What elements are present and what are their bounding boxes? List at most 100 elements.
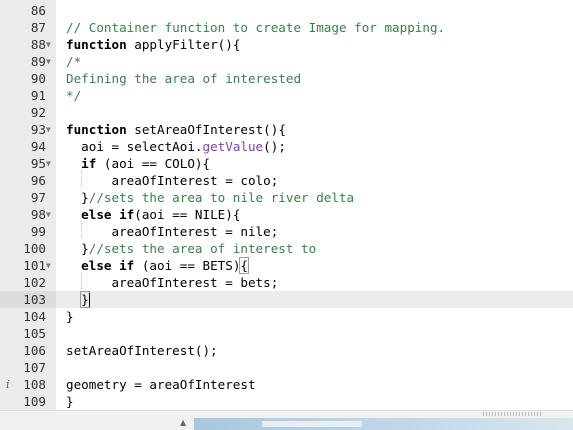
gutter-cell: 100: [0, 240, 56, 257]
line-number: 90: [30, 71, 46, 86]
comment: //sets the area to nile river delta: [88, 190, 355, 205]
text-cursor: [89, 293, 90, 307]
code-line[interactable]: 91 */: [0, 87, 573, 104]
code-line[interactable]: 106 setAreaOfInterest();: [0, 342, 573, 359]
gutter-cell: 107: [0, 359, 56, 376]
line-number: 100: [23, 241, 46, 256]
fold-toggle-icon[interactable]: ▼: [46, 121, 51, 138]
code-text: if (aoi == COLO){: [66, 155, 210, 172]
line-number: 102: [23, 275, 46, 290]
code-segment: (aoi == BETS): [134, 258, 241, 273]
resize-grip-icon[interactable]: [483, 412, 541, 416]
keyword: else if: [66, 258, 135, 273]
code-text: areaOfInterest = bets;: [66, 275, 279, 290]
line-number: 96: [30, 173, 46, 188]
code-segment: (aoi == COLO){: [96, 156, 211, 171]
gutter-cell: 93 ▼: [0, 121, 56, 138]
gutter-cell: 90: [0, 70, 56, 87]
code-line[interactable]: 107: [0, 359, 573, 376]
line-number: 87: [30, 20, 46, 35]
code-line[interactable]: 98 ▼ else if(aoi == NILE){: [0, 206, 573, 223]
code-segment: aoi = selectAoi.: [66, 139, 203, 154]
code-line[interactable]: 89 ▼ /*: [0, 53, 573, 70]
line-number: 94: [30, 139, 46, 154]
code-line[interactable]: 87 // Container function to create Image…: [0, 19, 573, 36]
gutter-cell: 101 ▼: [0, 257, 56, 274]
code-text: function setAreaOfInterest(){: [66, 121, 286, 138]
code-line[interactable]: 90 Defining the area of interested: [0, 70, 573, 87]
code-line[interactable]: 92: [0, 104, 573, 121]
fold-toggle-icon[interactable]: ▼: [46, 206, 51, 223]
code-editor[interactable]: 86 87 // Container function to create Im…: [0, 0, 573, 430]
gutter-cell: 87: [0, 19, 56, 36]
line-number: 92: [30, 105, 46, 120]
comment: // Container function to create Image fo…: [66, 20, 446, 35]
code-line[interactable]: 99 areaOfInterest = nile;: [0, 223, 573, 240]
code-text: setAreaOfInterest();: [66, 343, 218, 358]
code-line[interactable]: 104 }: [0, 308, 573, 325]
fold-toggle-icon[interactable]: ▼: [46, 53, 51, 70]
gutter-cell: 102: [0, 274, 56, 291]
code-text: areaOfInterest = nile;: [66, 224, 279, 239]
code-text: }: [66, 394, 74, 409]
line-number: 108: [23, 377, 46, 392]
method-name: getValue: [202, 139, 264, 154]
active-code-line[interactable]: 103 }: [0, 291, 573, 308]
line-number: 97: [30, 190, 46, 205]
code-line[interactable]: 97 }//sets the area to nile river delta: [0, 189, 573, 206]
line-number: 89: [30, 54, 46, 69]
gutter-cell: 104: [0, 308, 56, 325]
gutter-cell: 98 ▼: [0, 206, 56, 223]
gutter-cell: 95 ▼: [0, 155, 56, 172]
line-number: 101: [23, 258, 46, 273]
code-segment: (aoi == NILE){: [134, 207, 241, 222]
gutter-cell: 97: [0, 189, 56, 206]
gutter-cell: 103: [0, 291, 56, 308]
gutter-cell: 89 ▼: [0, 53, 56, 70]
comment: Defining the area of interested: [66, 71, 302, 86]
code-text: // Container function to create Image fo…: [66, 19, 445, 36]
code-line[interactable]: i 108 geometry = areaOfInterest: [0, 376, 573, 393]
code-line[interactable]: 101 ▼ else if (aoi == BETS){: [0, 257, 573, 274]
code-segment: ();: [263, 139, 286, 154]
gutter-cell: 106: [0, 342, 56, 359]
line-number: 88: [30, 37, 46, 52]
fold-toggle-icon[interactable]: ▼: [46, 36, 51, 53]
keyword: if: [66, 156, 97, 171]
gutter-cell: 99: [0, 223, 56, 240]
gutter-cell: 88 ▼: [0, 36, 56, 53]
code-line[interactable]: 93 ▼ function setAreaOfInterest(){: [0, 121, 573, 138]
comment: */: [66, 88, 82, 103]
info-icon[interactable]: i: [6, 376, 10, 393]
line-number: 99: [30, 224, 46, 239]
code-text: }//sets the area of interest to: [66, 240, 316, 257]
code-line[interactable]: 105: [0, 325, 573, 342]
code-line[interactable]: 94 aoi = selectAoi.getValue();: [0, 138, 573, 155]
fold-toggle-icon[interactable]: ▼: [46, 155, 51, 172]
code-text: aoi = selectAoi.getValue();: [66, 138, 286, 155]
code-text: function applyFilter(){: [66, 36, 240, 53]
keyword: function: [66, 37, 127, 52]
code-line[interactable]: 102 areaOfInterest = bets;: [0, 274, 573, 291]
line-number: 91: [30, 88, 46, 103]
code-text: else if (aoi == BETS){: [66, 257, 249, 274]
line-number: 107: [23, 360, 46, 375]
matched-bracket: }: [80, 291, 90, 308]
line-number: 104: [23, 309, 46, 324]
code-line[interactable]: 86: [0, 2, 573, 19]
line-number: 109: [23, 394, 46, 409]
gutter-cell: 109: [0, 393, 56, 410]
map-preview[interactable]: [194, 418, 573, 430]
matched-bracket: {: [239, 257, 249, 274]
code-line[interactable]: 109 }: [0, 393, 573, 410]
line-number: 86: [30, 3, 46, 18]
line-number: 93: [30, 122, 46, 137]
fold-toggle-icon[interactable]: ▼: [46, 257, 51, 274]
code-line[interactable]: 88 ▼ function applyFilter(){: [0, 36, 573, 53]
code-line[interactable]: 100 }//sets the area of interest to: [0, 240, 573, 257]
code-line[interactable]: 95 ▼ if (aoi == COLO){: [0, 155, 573, 172]
gutter-cell: 91: [0, 87, 56, 104]
code-line[interactable]: 96 areaOfInterest = colo;: [0, 172, 573, 189]
collapse-arrow-icon[interactable]: ▲: [180, 418, 186, 427]
